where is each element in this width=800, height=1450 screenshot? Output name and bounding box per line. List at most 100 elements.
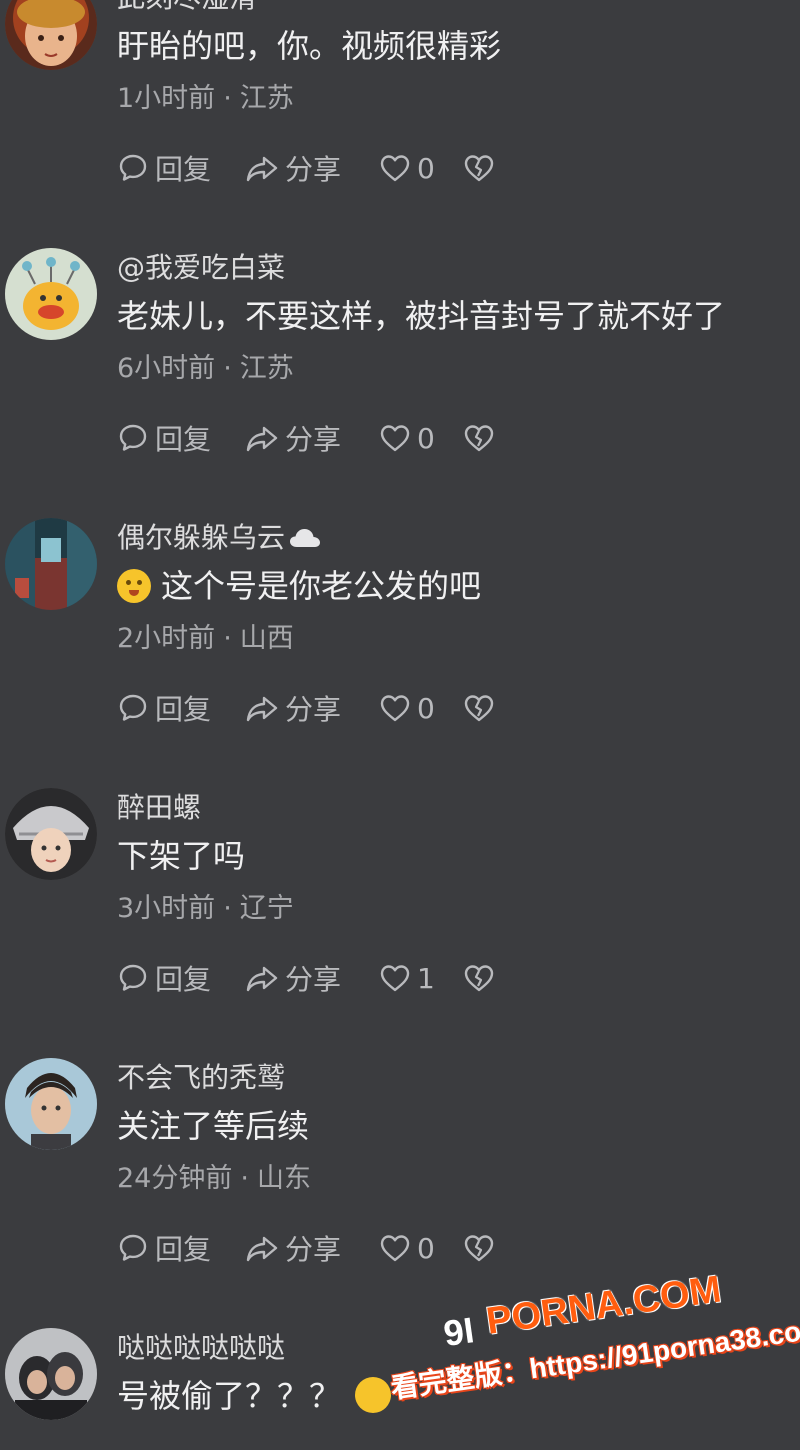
share-label: 分享 bbox=[285, 693, 342, 726]
dislike-button[interactable] bbox=[463, 416, 495, 460]
comment-actions: 回复 分享 0 bbox=[117, 1226, 537, 1270]
user-avatar[interactable] bbox=[5, 788, 97, 880]
user-avatar[interactable] bbox=[5, 248, 97, 340]
comment-text: 盱眙的吧，你。视频很精彩 bbox=[117, 27, 502, 65]
comment-time: 1小时前 bbox=[117, 83, 216, 114]
comment-item: @我爱吃白菜 老妹儿，不要这样，被抖音封号了就不好了 6小时前 · 江苏 回复 分享… bbox=[0, 248, 800, 518]
like-button[interactable]: 1 bbox=[379, 956, 435, 1000]
comment-meta: 6小时前 · 江苏 bbox=[117, 352, 294, 386]
comment-meta: 3小时前 · 辽宁 bbox=[117, 892, 294, 926]
comment-location: 江苏 bbox=[239, 353, 294, 384]
username-text: 偶尔躲躲乌云 bbox=[117, 521, 286, 554]
share-label: 分享 bbox=[285, 153, 342, 186]
share-label: 分享 bbox=[285, 963, 342, 996]
comment-text: 号被偷了？？？ bbox=[117, 1374, 392, 1418]
broken-heart-icon bbox=[464, 425, 494, 452]
avatar-cartoon-monster-image bbox=[5, 248, 97, 340]
reply-button[interactable]: 回复 bbox=[117, 416, 211, 460]
reply-label: 回复 bbox=[155, 153, 212, 186]
comment-meta: 1小时前 · 江苏 bbox=[117, 82, 294, 116]
share-button[interactable]: 分享 bbox=[245, 956, 341, 1000]
like-count: 0 bbox=[417, 151, 435, 185]
watermark-logo: 9I bbox=[441, 1309, 477, 1354]
share-arrow-icon bbox=[246, 966, 278, 992]
comment-bubble-icon bbox=[119, 964, 147, 991]
comment-text: 老妹儿，不要这样，被抖音封号了就不好了 bbox=[117, 297, 726, 335]
like-count: 0 bbox=[417, 1231, 435, 1265]
reply-button[interactable]: 回复 bbox=[117, 1226, 211, 1270]
like-button[interactable]: 0 bbox=[379, 686, 435, 730]
share-arrow-icon bbox=[246, 1236, 278, 1262]
comment-text-body: 号被偷了？？？ bbox=[117, 1377, 342, 1415]
dislike-button[interactable] bbox=[463, 956, 495, 1000]
user-avatar[interactable] bbox=[5, 518, 97, 610]
share-button[interactable]: 分享 bbox=[245, 146, 341, 190]
share-arrow-icon bbox=[246, 156, 278, 182]
username[interactable]: 不会飞的秃鹫 bbox=[117, 1060, 285, 1096]
comment-bubble-icon bbox=[119, 154, 147, 181]
comment-time: 2小时前 bbox=[117, 623, 216, 654]
username[interactable]: 偶尔躲躲乌云 bbox=[117, 520, 321, 556]
dislike-button[interactable] bbox=[463, 1226, 495, 1270]
comment-location: 山西 bbox=[239, 623, 294, 654]
reply-label: 回复 bbox=[155, 693, 212, 726]
comment-item: 此刻尽湿滑 盱眙的吧，你。视频很精彩 1小时前·江苏 回复 分享 0 bbox=[0, 0, 800, 248]
user-avatar[interactable] bbox=[5, 1058, 97, 1150]
like-button[interactable]: 0 bbox=[379, 1226, 435, 1270]
share-arrow-icon bbox=[246, 696, 278, 722]
reply-button[interactable]: 回复 bbox=[117, 146, 211, 190]
heart-icon bbox=[380, 425, 410, 452]
comment-location: 辽宁 bbox=[239, 893, 294, 924]
user-avatar[interactable] bbox=[5, 0, 97, 70]
like-count: 0 bbox=[417, 421, 435, 455]
dislike-button[interactable] bbox=[463, 146, 495, 190]
dislike-button[interactable] bbox=[463, 686, 495, 730]
cloud-icon bbox=[290, 529, 321, 547]
comment-item: 醉田螺 下架了吗 3小时前 · 辽宁 回复 分享 1 bbox=[0, 788, 800, 1058]
like-button[interactable]: 0 bbox=[379, 146, 435, 190]
reply-button[interactable]: 回复 bbox=[117, 956, 211, 1000]
like-count: 0 bbox=[417, 691, 435, 725]
comment-actions: 回复 分享 0 bbox=[117, 686, 537, 730]
comment-item: 偶尔躲躲乌云 这个号是你老公发的吧 2小时前 · 山西 回复 分享 0 bbox=[0, 518, 800, 788]
comment-time: 24分钟前 bbox=[117, 1163, 233, 1194]
username[interactable]: 哒哒哒哒哒哒 bbox=[117, 1330, 285, 1366]
comment-text-body: 这个号是你老公发的吧 bbox=[161, 567, 482, 605]
reply-label: 回复 bbox=[155, 963, 212, 996]
broken-heart-icon bbox=[464, 155, 494, 182]
avatar-young-man-image bbox=[5, 1058, 97, 1150]
broken-heart-icon bbox=[464, 965, 494, 992]
broken-heart-icon bbox=[464, 695, 494, 722]
like-button[interactable]: 0 bbox=[379, 416, 435, 460]
avatar-couple-image bbox=[5, 1328, 97, 1420]
comment-meta: 24分钟前 · 山东 bbox=[117, 1162, 311, 1196]
reply-label: 回复 bbox=[155, 423, 212, 456]
comment-list: 此刻尽湿滑 盱眙的吧，你。视频很精彩 1小时前·江苏 回复 分享 0 bbox=[0, 0, 800, 1450]
meta-separator: · bbox=[223, 893, 232, 924]
avatar-costume-girl-image bbox=[5, 0, 97, 70]
share-button[interactable]: 分享 bbox=[245, 1226, 341, 1270]
heart-icon bbox=[380, 1235, 410, 1262]
reply-button[interactable]: 回复 bbox=[117, 686, 211, 730]
username[interactable]: 此刻尽湿滑 bbox=[117, 0, 257, 16]
username[interactable]: 醉田螺 bbox=[117, 790, 201, 826]
meta-separator: · bbox=[223, 83, 232, 114]
meta-separator: · bbox=[240, 1163, 249, 1194]
comment-time: 3小时前 bbox=[117, 893, 216, 924]
comment-text: 下架了吗 bbox=[117, 837, 246, 875]
meta-separator: · bbox=[223, 623, 232, 654]
user-avatar[interactable] bbox=[5, 1328, 97, 1420]
heart-icon bbox=[380, 695, 410, 722]
avatar-street-photo-image bbox=[5, 518, 97, 610]
share-button[interactable]: 分享 bbox=[245, 416, 341, 460]
comment-location: 山东 bbox=[256, 1163, 311, 1194]
comment-actions: 回复 分享 0 bbox=[117, 416, 537, 460]
broken-heart-icon bbox=[464, 1235, 494, 1262]
share-button[interactable]: 分享 bbox=[245, 686, 341, 730]
comment-bubble-icon bbox=[119, 424, 147, 451]
meta-separator: · bbox=[223, 353, 232, 384]
share-label: 分享 bbox=[285, 423, 342, 456]
username[interactable]: @我爱吃白菜 bbox=[117, 250, 285, 286]
heart-icon bbox=[380, 965, 410, 992]
heart-icon bbox=[380, 155, 410, 182]
